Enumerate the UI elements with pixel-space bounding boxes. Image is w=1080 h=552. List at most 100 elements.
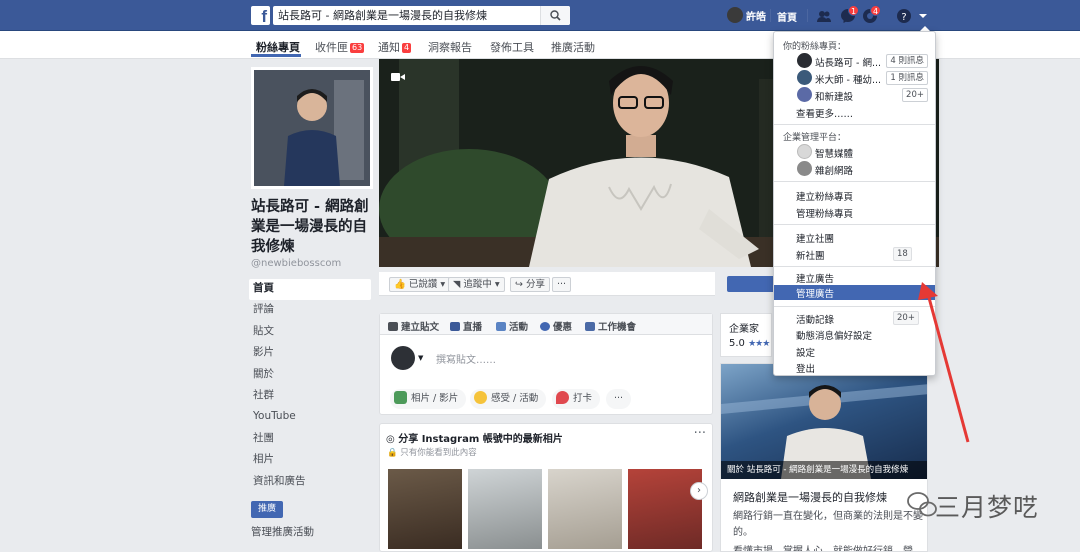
more-options-button[interactable]: ··· [606,389,632,409]
tab-publishing-tools[interactable]: 發佈工具 [490,39,534,55]
svg-text:?: ? [901,12,906,23]
manage-pages-link[interactable]: 管理粉絲專頁 [796,206,853,220]
profile-picture[interactable] [251,67,373,189]
tab-inbox[interactable]: 收件匣 63 [315,39,365,55]
tab-label: 發佈工具 [490,41,534,54]
red-arrow-annotation [918,282,970,443]
left-nav-community[interactable]: 社群 [249,386,371,407]
dropdown-page-item[interactable]: 米大師 - 種幼... 1 則訊息 [783,70,928,86]
instagram-photo[interactable] [628,469,702,549]
composer-tab-label: 優惠 [553,322,573,333]
page-rating[interactable]: 5.0 ★★★ [729,338,770,349]
instagram-photo[interactable] [388,469,462,549]
see-more-pages-link[interactable]: 查看更多…… [796,106,853,120]
active-tab-underline [251,54,301,57]
user-name-link[interactable]: 許皓 [746,8,766,23]
friends-icon[interactable] [816,8,832,24]
composer-input[interactable]: 撰寫貼文…… [436,351,496,366]
create-group-link[interactable]: 建立社團 [796,231,834,245]
page-action-bar: 👍 已說讚 ▾ ◥ 追蹤中 ▾ ↪ 分享 ··· [379,272,715,296]
chevron-right-icon[interactable]: › [690,482,708,500]
search-button[interactable] [540,6,570,25]
about-promo-card[interactable]: 關於 站長路可 - 網路創業是一場漫長的自我修煉 網路創業是一場漫長的自我修煉 … [720,363,928,552]
left-nav-home[interactable]: 首頁 [249,279,371,301]
liked-button[interactable]: 👍 已說讚 ▾ [389,277,451,292]
left-nav-info-and-ads[interactable]: 資訊和廣告 [249,472,371,493]
nav-divider [770,9,771,22]
left-nav-reviews[interactable]: 評論 [249,300,371,321]
rss-icon: ◥ [453,279,461,290]
dropdown-business-item[interactable]: 智慧媒體 [783,144,928,160]
thumbs-up-icon: 👍 [394,279,406,290]
left-nav-videos[interactable]: 影片 [249,343,371,364]
feeling-activity-option[interactable]: 感受 / 活動 [470,389,547,409]
user-avatar[interactable] [727,7,743,23]
share-button[interactable]: ↪ 分享 [510,277,551,292]
profile-person-figure [254,70,370,186]
more-actions-button[interactable]: ··· [552,277,572,292]
home-link[interactable]: 首頁 [777,9,797,24]
left-nav-photos[interactable]: 相片 [249,450,371,471]
composer-tab-offer[interactable]: 優惠 [540,319,572,333]
help-icon[interactable]: ? [896,8,912,24]
page-message-count: 1 則訊息 [886,71,928,85]
lock-icon: 🔒 [387,448,398,458]
left-nav-youtube[interactable]: YouTube [249,407,371,428]
caret-down-icon[interactable] [917,10,929,22]
page-username[interactable]: @newbiebosscom [251,258,341,269]
page-title[interactable]: 站長路可 - 網路創業是一場漫長的自我修煉 [251,197,376,257]
composer-tab-live[interactable]: 直播 [450,319,482,333]
primary-action-button[interactable] [727,276,775,292]
search-icon [550,10,561,21]
page-message-count: 20+ [902,88,928,102]
post-composer: 建立貼文 直播 活動 優惠 工作機會 ▼ 撰寫貼文…… 相片 / 影片 感受 /… [379,313,713,415]
tab-insights[interactable]: 洞察報告 [428,39,472,55]
composer-tab-event[interactable]: 活動 [496,319,528,333]
activity-log-link[interactable]: 活動記錄 [796,312,834,326]
top-navigation-bar: f 站長路可 - 網路創業是一場漫長的自我修煉 許皓 首頁 1 4 ? [0,0,1080,31]
photo-icon [394,391,407,404]
settings-link[interactable]: 設定 [796,345,815,359]
composer-avatar[interactable] [391,346,415,370]
dropdown-page-item[interactable]: 和新建設 20+ [783,87,928,103]
chevron-down-icon[interactable]: ▼ [418,354,423,362]
dropdown-business-item[interactable]: 雜創網路 [783,161,928,177]
manage-promotions-link[interactable]: 管理推廣活動 [251,524,314,539]
calendar-icon [496,322,506,331]
instagram-photo[interactable] [468,469,542,549]
instagram-share-box: ◎ 分享 Instagram 帳號中的最新相片 🔒 只有你能看到此內容 ··· … [379,423,713,552]
composer-tab-create-post[interactable]: 建立貼文 [388,319,439,333]
page-category[interactable]: 企業家 [729,320,759,335]
dropdown-page-item[interactable]: 站長路可 - 網... 4 則訊息 [783,53,928,69]
following-button[interactable]: ◥ 追蹤中 ▾ [448,277,505,292]
composer-tab-label: 建立貼文 [401,322,440,333]
inbox-badge: 63 [350,43,365,53]
composer-tab-jobs[interactable]: 工作機會 [585,319,636,333]
tab-label: 粉絲專頁 [256,41,300,54]
search-input[interactable]: 站長路可 - 網路創業是一場漫長的自我修煉 [273,6,570,25]
instagram-photo[interactable] [548,469,622,549]
business-manager-header: 企業管理平台： [783,133,847,143]
nav-divider [807,9,808,22]
tab-promotions[interactable]: 推廣活動 [551,39,595,55]
create-ads-link[interactable]: 建立廣告 [796,271,834,285]
left-nav-about[interactable]: 關於 [249,365,371,386]
tab-notifications[interactable]: 通知 4 [378,39,412,55]
star-rating-icon: ★★★ [748,339,770,349]
dropdown-divider [774,266,935,267]
logout-link[interactable]: 登出 [796,361,815,375]
promote-button[interactable]: 推廣 [251,501,283,518]
notifications-tab-badge: 4 [402,43,412,53]
left-nav-groups[interactable]: 社團 [249,429,371,450]
composer-tab-label: 工作機會 [598,322,637,333]
check-in-option[interactable]: 打卡 [552,389,601,409]
left-nav-posts[interactable]: 貼文 [249,322,371,343]
tab-page[interactable]: 粉絲專頁 [256,39,300,55]
photo-video-option[interactable]: 相片 / 影片 [390,389,467,409]
instagram-more-button[interactable]: ··· [694,426,706,441]
business-name: 雜創網路 [815,166,854,177]
new-groups-link[interactable]: 新社團 [796,248,825,262]
create-page-link[interactable]: 建立粉絲專頁 [796,189,853,203]
facebook-logo[interactable]: f [251,6,270,25]
news-feed-preferences-link[interactable]: 動態消息偏好設定 [796,328,872,342]
